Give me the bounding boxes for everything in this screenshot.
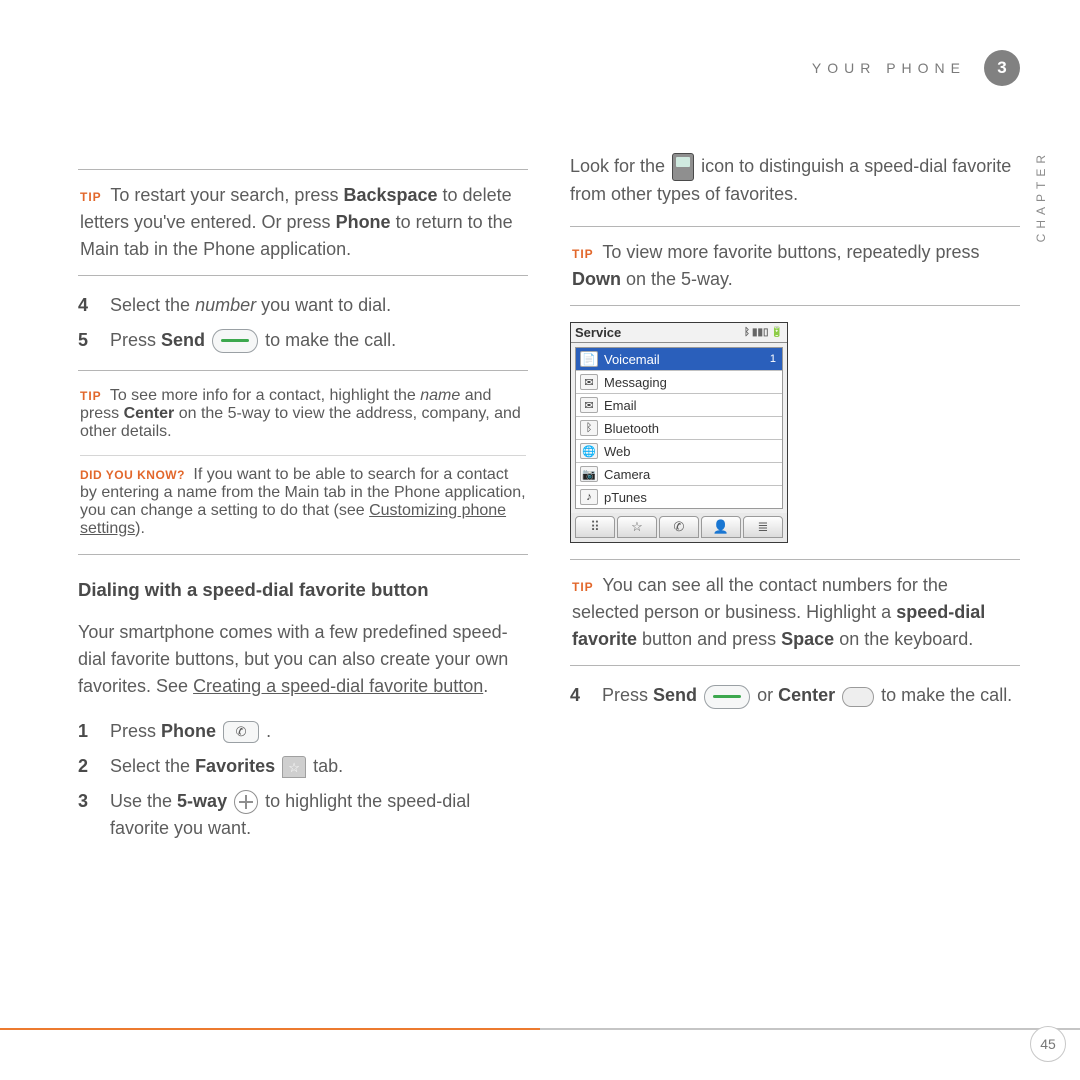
favorite-row-bluetooth[interactable]: ᛒ Bluetooth xyxy=(576,417,782,440)
tip-label: TIP xyxy=(572,247,594,261)
speed-dial-intro: Your smartphone comes with a few predefi… xyxy=(78,619,528,700)
favorite-row-voicemail[interactable]: 📄 Voicemail 1 xyxy=(576,348,782,371)
step-list-upper: 4 Select the number you want to dial. 5 … xyxy=(78,292,528,354)
messaging-icon: ✉ xyxy=(580,374,598,390)
subhead-speed-dial: Dialing with a speed-dial favorite butto… xyxy=(78,579,528,601)
footer-rule-accent xyxy=(0,1028,540,1030)
footer-rule xyxy=(0,1028,1080,1030)
favorites-tab-icon: ☆ xyxy=(282,756,306,778)
favorite-row-ptunes[interactable]: ♪ pTunes xyxy=(576,486,782,508)
word-number: number xyxy=(195,295,256,315)
footer-rule-gray xyxy=(540,1028,1080,1030)
favorite-row-label: Voicemail xyxy=(604,352,660,367)
page-header: YOUR PHONE 3 xyxy=(812,50,1020,86)
step-1: 1 Press Phone . xyxy=(78,718,528,745)
right-column: Look for the icon to distinguish a speed… xyxy=(570,153,1020,983)
favorites-tab-icon[interactable]: ☆ xyxy=(617,516,657,538)
chapter-side-label: CHAPTER xyxy=(1034,150,1048,242)
callout-contact-info: TIP To see more info for a contact, high… xyxy=(78,370,528,555)
tip-label: TIP xyxy=(80,389,102,403)
phone-status-icons: ᛒ ▮▮▯ 🔋 xyxy=(744,327,783,338)
key-phone: Phone xyxy=(336,212,391,232)
voicemail-icon: 📄 xyxy=(580,351,598,367)
key-backspace: Backspace xyxy=(343,185,437,205)
favorite-row-messaging[interactable]: ✉ Messaging xyxy=(576,371,782,394)
send-key-icon xyxy=(704,685,750,709)
tip-restart-search: TIP To restart your search, press Backsp… xyxy=(78,169,528,276)
section-name: YOUR PHONE xyxy=(812,60,966,76)
phone-tab-bar: ⠿☆✆👤≣ xyxy=(571,513,787,542)
tip-text: To restart your search, press xyxy=(110,185,343,205)
favorite-row-label: Email xyxy=(604,398,637,413)
bluetooth-status-icon: ᛒ xyxy=(744,327,750,338)
favorite-row-badge: 1 xyxy=(770,353,778,365)
favorite-row-label: Messaging xyxy=(604,375,667,390)
email-icon: ✉ xyxy=(580,397,598,413)
list-tab-icon[interactable]: ≣ xyxy=(743,516,783,538)
step-list-speed-dial: 1 Press Phone . 2 Select the Favorites ☆… xyxy=(78,718,528,842)
five-way-icon xyxy=(234,790,258,814)
favorite-row-camera[interactable]: 📷 Camera xyxy=(576,463,782,486)
tip-label: TIP xyxy=(80,190,102,204)
dialpad-tab-icon[interactable]: ⠿ xyxy=(575,516,615,538)
contacts-tab-icon[interactable]: 👤 xyxy=(701,516,741,538)
phone-key-icon xyxy=(223,721,259,743)
send-key-icon xyxy=(212,329,258,353)
page-number: 45 xyxy=(1030,1026,1066,1062)
phone-screenshot: Service ᛒ ▮▮▯ 🔋 📄 Voicemail 1 ✉ Messaging ✉ Em… xyxy=(570,322,788,543)
left-column: TIP To restart your search, press Backsp… xyxy=(78,153,528,983)
tip-see-contact-numbers: TIP You can see all the contact numbers … xyxy=(570,559,1020,666)
step-list-right: 4 Press Send or Center to make the call. xyxy=(570,682,1020,709)
speed-dial-phone-icon xyxy=(672,153,694,181)
signal-status-icon: ▮▮▯ xyxy=(752,327,769,338)
battery-status-icon: 🔋 xyxy=(771,327,783,338)
step-4: 4 Select the number you want to dial. xyxy=(78,292,528,319)
chapter-number-badge: 3 xyxy=(984,50,1020,86)
tip-more-favorites: TIP To view more favorite buttons, repea… xyxy=(570,226,1020,306)
bluetooth-icon: ᛒ xyxy=(580,420,598,436)
phone-title: Service xyxy=(575,325,621,340)
favorite-row-email[interactable]: ✉ Email xyxy=(576,394,782,417)
center-key-icon xyxy=(842,687,874,707)
step-4-right: 4 Press Send or Center to make the call. xyxy=(570,682,1020,709)
favorite-row-label: pTunes xyxy=(604,490,647,505)
step-3: 3 Use the 5-way to highlight the speed-d… xyxy=(78,788,528,842)
tip-contact-details: TIP To see more info for a contact, high… xyxy=(80,383,526,445)
step-2: 2 Select the Favorites ☆ tab. xyxy=(78,753,528,780)
did-you-know-search-contact: DID YOU KNOW? If you want to be able to … xyxy=(80,455,526,542)
ptunes-icon: ♪ xyxy=(580,489,598,505)
tip-label: TIP xyxy=(572,580,594,594)
favorite-row-web[interactable]: 🌐 Web xyxy=(576,440,782,463)
speed-dial-icon-note: Look for the icon to distinguish a speed… xyxy=(570,153,1020,208)
step-5: 5 Press Send to make the call. xyxy=(78,327,528,354)
phone-favorites-list: 📄 Voicemail 1 ✉ Messaging ✉ Email ᛒ Bluetooth 🌐 We… xyxy=(575,347,783,509)
call-log-tab-icon[interactable]: ✆ xyxy=(659,516,699,538)
favorite-row-label: Web xyxy=(604,444,631,459)
link-creating-speed-dial[interactable]: Creating a speed-dial favorite button xyxy=(193,676,483,696)
favorite-row-label: Bluetooth xyxy=(604,421,659,436)
did-you-know-label: DID YOU KNOW? xyxy=(80,468,185,482)
favorite-row-label: Camera xyxy=(604,467,650,482)
camera-icon: 📷 xyxy=(580,466,598,482)
phone-titlebar: Service ᛒ ▮▮▯ 🔋 xyxy=(571,323,787,343)
web-icon: 🌐 xyxy=(580,443,598,459)
